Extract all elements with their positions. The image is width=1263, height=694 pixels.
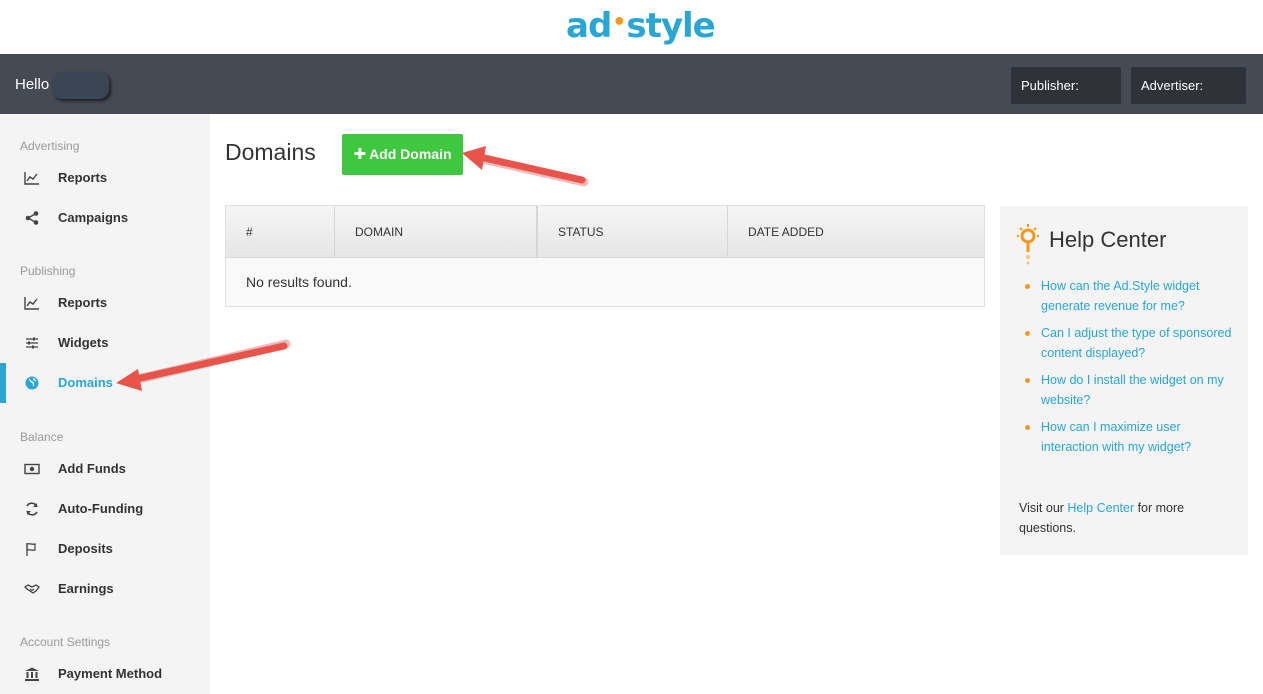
sidebar-item-label: Payment Method [58,666,163,681]
adstyle-logo[interactable]: ad•style [566,4,716,53]
help-center-panel: Help Center How can the Ad.Style widget … [1000,206,1248,555]
advertiser-balance-label: Advertiser: [1141,78,1204,93]
sliders-icon [26,337,38,349]
publisher-balance-label: Publisher: [1021,78,1079,93]
sidebar-item-label: Reports [58,170,108,185]
list-item: How can the Ad.Style widget generate rev… [1022,276,1237,316]
sidebar-item-auto-funding[interactable]: Auto-Funding [0,489,210,529]
refresh-icon [26,502,38,516]
list-item: How can I maximize user interaction with… [1022,417,1237,457]
help-center-title: Help Center [1049,227,1167,252]
sidebar-item-label: Earnings [58,581,114,596]
sidebar-item-add-funds[interactable]: Add Funds [0,449,210,489]
sidebar-item-publishing-reports[interactable]: Reports [0,283,210,323]
sidebar-item-advertising-reports[interactable]: Reports [0,158,210,198]
hello-text: Hello [15,76,50,93]
column-header-date-added[interactable]: DATE ADDED [728,206,984,258]
arrow-to-add-domain [462,146,589,187]
sidebar-item-deposits[interactable]: Deposits [0,529,210,569]
sidebar-item-label: Widgets [58,335,109,350]
advertiser-balance-value: $0.00 [1141,115,1174,130]
money-icon [24,463,40,475]
help-link-content-type[interactable]: Can I adjust the type of sponsored conte… [1041,326,1231,360]
sidebar: Advertising Reports Campaigns Publishing… [0,114,210,694]
logo-part-ad: ad [566,6,612,46]
help-center-link[interactable]: Help Center [1067,501,1134,515]
column-header-status[interactable]: STATUS [538,206,728,258]
column-header-domain[interactable]: DOMAIN [335,206,538,258]
sidebar-item-campaigns[interactable]: Campaigns [0,198,210,238]
sidebar-section-advertising: Advertising [20,139,80,153]
page-title: Domains [225,139,316,165]
chart-line-icon [24,172,39,185]
top-header: Hello Publisher: $0.00 Advertiser: $0.00 [0,54,1263,130]
chart-line-icon [24,297,39,310]
sidebar-item-payment-method[interactable]: Payment Method [0,654,210,694]
sidebar-item-earnings[interactable]: Earnings [0,569,210,609]
share-icon [25,211,39,225]
help-link-revenue[interactable]: How can the Ad.Style widget generate rev… [1041,279,1199,313]
logo-dot: • [612,10,626,35]
sidebar-item-domains[interactable]: Domains [0,363,210,403]
empty-table-message: No results found. [246,274,352,290]
help-footer: Visit our Help Center for more questions… [1019,498,1234,538]
username-badge[interactable] [52,72,109,99]
help-link-install[interactable]: How do I install the widget on my websit… [1041,373,1224,407]
logo-part-style: style [626,6,715,46]
add-domain-label: Add Domain [369,146,452,162]
domains-table: # DOMAIN STATUS DATE ADDED No results fo… [225,205,985,307]
column-header-number[interactable]: # [226,206,335,258]
add-domain-button[interactable]: ✚ Add Domain [342,134,463,175]
help-link-interaction[interactable]: How can I maximize user interaction with… [1041,420,1191,454]
table-row: No results found. [226,258,984,306]
sidebar-item-label: Deposits [58,541,113,556]
plus-icon: ✚ [353,146,367,163]
sidebar-item-label: Domains [58,375,113,390]
advertiser-balance[interactable]: Advertiser: $0.00 [1131,67,1246,130]
globe-icon [25,376,39,390]
help-links-list: How can the Ad.Style widget generate rev… [1022,276,1237,464]
sidebar-item-label: Reports [58,295,108,310]
publisher-balance-value: $0.00 [1021,115,1054,130]
publisher-balance[interactable]: Publisher: $0.00 [1011,67,1121,130]
sidebar-item-widgets[interactable]: Widgets [0,323,210,363]
logo-bar: ad•style [0,0,1263,54]
flag-icon [26,543,36,556]
list-item: How do I install the widget on my websit… [1022,370,1237,410]
sidebar-section-account-settings: Account Settings [20,635,111,649]
bank-icon [25,667,39,681]
table-header: # DOMAIN STATUS DATE ADDED [226,206,984,258]
sidebar-item-label: Auto-Funding [58,501,144,516]
list-item: Can I adjust the type of sponsored conte… [1022,323,1237,363]
sidebar-section-balance: Balance [20,430,64,444]
handshake-icon [24,584,40,594]
sidebar-item-label: Campaigns [58,210,129,225]
sidebar-section-publishing: Publishing [20,264,76,278]
sidebar-item-label: Add Funds [58,461,126,476]
help-footer-prefix: Visit our [1019,501,1068,515]
lightbulb-icon [1017,224,1039,265]
